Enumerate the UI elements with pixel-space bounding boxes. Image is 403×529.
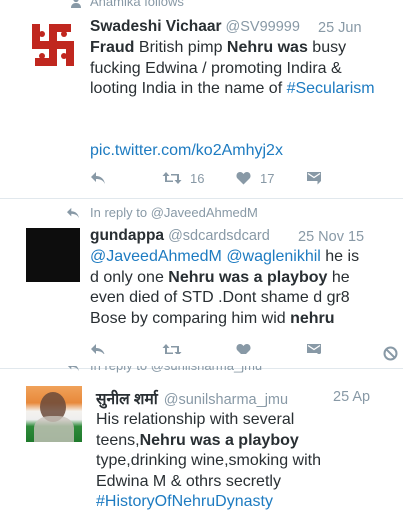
divider — [0, 198, 403, 199]
hashtag-link[interactable]: #Secularism — [287, 80, 375, 97]
reply-icon[interactable] — [90, 171, 106, 185]
media-link[interactable]: pic.twitter.com/ko2Amhyj2x — [90, 141, 283, 162]
user-handle[interactable]: @SV99999 — [226, 19, 300, 35]
timestamp[interactable]: 25 Nov 15 — [298, 229, 364, 245]
timestamp[interactable]: 25 Jun — [318, 20, 362, 36]
block-icon[interactable] — [383, 346, 398, 366]
avatar[interactable] — [26, 386, 82, 442]
person-icon — [70, 0, 82, 8]
like-button[interactable]: 17 — [236, 171, 274, 186]
retweet-icon — [162, 171, 182, 185]
hashtag-link[interactable]: #HistoryOfNehruDynasty — [96, 493, 273, 510]
heart-icon — [236, 171, 251, 185]
social-context: Anamika follows — [90, 0, 184, 9]
display-name[interactable]: gundappa — [90, 227, 164, 245]
display-name[interactable]: Swadeshi Vichaar — [90, 18, 222, 36]
tweet-text: @JaveedAhmedM @waglenikhil he is d only … — [90, 248, 360, 327]
avatar-swastika-logo[interactable] — [26, 18, 80, 72]
tweet-text: Fraud British pimp Nehru was busy fuckin… — [90, 39, 375, 97]
user-handle[interactable]: @sunilsharma_jmu — [164, 392, 288, 408]
mention-link[interactable]: @waglenikhil — [226, 248, 321, 265]
tweet-text: His relationship with several teens,Nehr… — [96, 411, 321, 510]
reply-context[interactable]: In reply to @JaveedAhmedM — [90, 205, 258, 220]
direct-message-icon[interactable] — [306, 171, 322, 185]
user-handle[interactable]: @sdcardsdcard — [168, 228, 270, 244]
retweet-count: 16 — [190, 170, 205, 186]
display-name[interactable]: सुनील शर्मा — [96, 387, 158, 409]
reply-context-icon — [66, 207, 80, 219]
timestamp[interactable]: 25 Ap — [333, 389, 370, 405]
clip-strip — [0, 354, 403, 366]
avatar[interactable] — [26, 228, 80, 282]
like-count: 17 — [260, 170, 275, 186]
mention-link[interactable]: @JaveedAhmedM — [90, 248, 222, 265]
retweet-button[interactable]: 16 — [162, 171, 204, 186]
